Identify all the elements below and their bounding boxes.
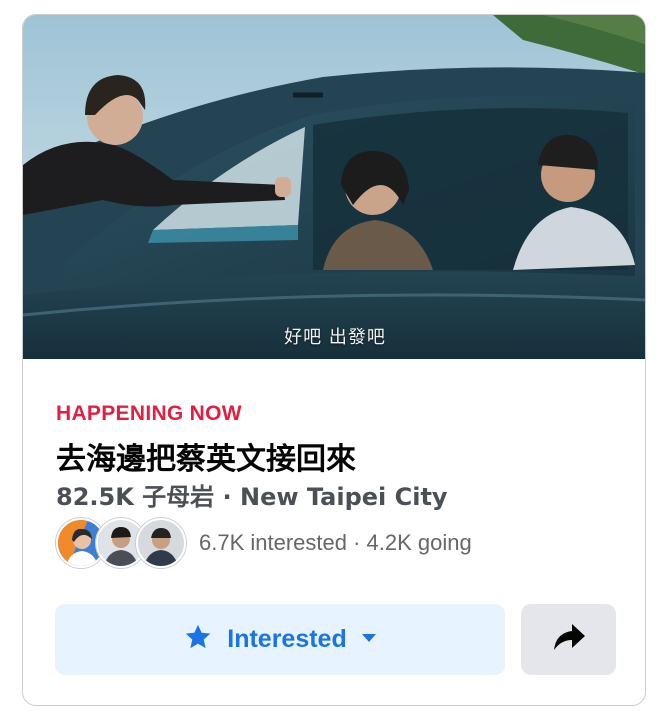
event-attendance-stats: 6.7K interested · 4.2K going <box>199 530 472 555</box>
attendee-avatar <box>136 518 186 568</box>
interested-button[interactable]: Interested <box>55 604 505 675</box>
event-card[interactable]: 好吧 出發吧 HAPPENING NOW 去海邊把蔡英文接回來 82.5K 子母… <box>22 14 646 706</box>
star-icon <box>183 622 213 657</box>
event-location: 82.5K 子母岩 · New Taipei City <box>56 483 448 511</box>
event-title[interactable]: 去海邊把蔡英文接回來 <box>56 434 356 478</box>
photo-subtitle: 好吧 出發吧 <box>284 327 386 348</box>
share-arrow-icon <box>552 622 586 657</box>
caret-down-icon <box>361 631 377 649</box>
interested-button-label: Interested <box>227 625 347 653</box>
share-button[interactable] <box>521 604 616 675</box>
event-status-label: HAPPENING NOW <box>56 402 242 425</box>
cover-photo-image <box>23 15 645 359</box>
event-cover-photo[interactable]: 好吧 出發吧 <box>23 15 645 359</box>
